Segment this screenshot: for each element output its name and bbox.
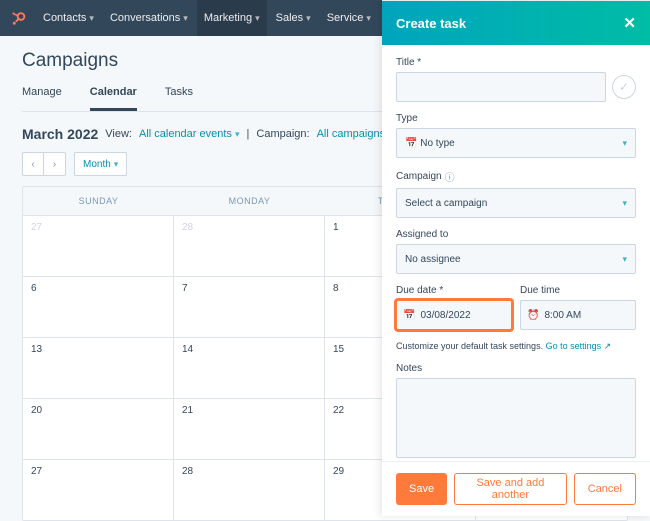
month-label: March 2022 bbox=[22, 126, 98, 142]
nav-marketing[interactable]: Marketing▾ bbox=[197, 0, 267, 36]
tab-manage[interactable]: Manage bbox=[22, 80, 62, 111]
info-icon: ⓘ bbox=[445, 169, 455, 184]
notes-label: Notes bbox=[396, 363, 636, 374]
chevron-down-icon: ▾ bbox=[255, 13, 260, 24]
nav-sales[interactable]: Sales▾ bbox=[269, 0, 318, 36]
calendar-cell[interactable]: 27 bbox=[23, 216, 174, 276]
campaign-label: Campaign ⓘ bbox=[396, 169, 636, 184]
calendar-cell[interactable]: 21 bbox=[174, 399, 325, 459]
calendar-icon: 📅 bbox=[403, 310, 415, 321]
chevron-down-icon: ▾ bbox=[235, 129, 240, 139]
chevron-down-icon: ▾ bbox=[366, 13, 371, 24]
day-header: MONDAY bbox=[174, 187, 325, 215]
calendar-cell[interactable]: 28 bbox=[174, 460, 325, 520]
view-label: View: bbox=[105, 128, 132, 140]
close-icon[interactable]: ✕ bbox=[623, 14, 636, 32]
assigned-label: Assigned to bbox=[396, 229, 636, 240]
duetime-input[interactable]: ⏰8:00 AM bbox=[520, 300, 636, 330]
calendar-cell[interactable]: 7 bbox=[174, 277, 325, 337]
nav-service[interactable]: Service▾ bbox=[320, 0, 378, 36]
duetime-label: Due time bbox=[520, 285, 636, 296]
campaign-label: Campaign: bbox=[256, 128, 309, 140]
nav-contacts[interactable]: Contacts▾ bbox=[36, 0, 101, 36]
go-to-settings-link[interactable]: Go to settings ↗ bbox=[546, 341, 612, 351]
calendar-cell[interactable]: 28 bbox=[174, 216, 325, 276]
duedate-label: Due date * bbox=[396, 285, 512, 296]
create-task-panel: Create task ✕ Title * ✓ Type 📅 No type▾ … bbox=[382, 0, 650, 516]
panel-footer: Save Save and add another Cancel bbox=[382, 461, 650, 516]
chevron-down-icon: ▾ bbox=[306, 13, 311, 24]
clock-icon: ⏰ bbox=[527, 310, 539, 321]
save-button[interactable]: Save bbox=[396, 473, 447, 505]
calendar-cell[interactable]: 6 bbox=[23, 277, 174, 337]
assigned-select[interactable]: No assignee▾ bbox=[396, 244, 636, 274]
save-add-button[interactable]: Save and add another bbox=[454, 473, 567, 505]
calendar-cell[interactable]: 13 bbox=[23, 338, 174, 398]
duedate-input[interactable]: 📅03/08/2022 bbox=[396, 300, 512, 330]
calendar-cell[interactable]: 20 bbox=[23, 399, 174, 459]
calendar-cell[interactable]: 27 bbox=[23, 460, 174, 520]
next-month-button[interactable]: › bbox=[44, 152, 66, 176]
notes-input[interactable] bbox=[396, 378, 636, 458]
tab-calendar[interactable]: Calendar bbox=[90, 80, 137, 111]
view-month-button[interactable]: Month▾ bbox=[74, 152, 127, 176]
nav-conversations[interactable]: Conversations▾ bbox=[103, 0, 195, 36]
chevron-down-icon: ▾ bbox=[183, 13, 188, 24]
view-select[interactable]: All calendar events ▾ bbox=[139, 128, 240, 140]
chevron-down-icon: ▾ bbox=[622, 254, 627, 265]
external-link-icon: ↗ bbox=[604, 341, 612, 351]
chevron-down-icon: ▾ bbox=[89, 13, 94, 24]
settings-hint: Customize your default task settings. Go… bbox=[396, 341, 636, 352]
campaign-select[interactable]: Select a campaign▾ bbox=[396, 188, 636, 218]
chevron-down-icon: ▾ bbox=[622, 138, 627, 149]
type-label: Type bbox=[396, 113, 636, 124]
panel-title: Create task bbox=[396, 16, 466, 31]
prev-month-button[interactable]: ‹ bbox=[22, 152, 44, 176]
title-input[interactable] bbox=[396, 72, 606, 102]
panel-header: Create task ✕ bbox=[382, 1, 650, 45]
title-label: Title * bbox=[396, 57, 636, 68]
day-header: SUNDAY bbox=[23, 187, 174, 215]
calendar-icon: 📅 bbox=[405, 138, 417, 149]
chevron-down-icon: ▾ bbox=[622, 198, 627, 209]
type-select[interactable]: 📅 No type▾ bbox=[396, 128, 636, 158]
complete-toggle[interactable]: ✓ bbox=[612, 75, 636, 99]
cancel-button[interactable]: Cancel bbox=[574, 473, 636, 505]
calendar-cell[interactable]: 14 bbox=[174, 338, 325, 398]
hubspot-logo bbox=[8, 8, 28, 28]
chevron-down-icon: ▾ bbox=[114, 159, 119, 170]
tab-tasks[interactable]: Tasks bbox=[165, 80, 193, 111]
